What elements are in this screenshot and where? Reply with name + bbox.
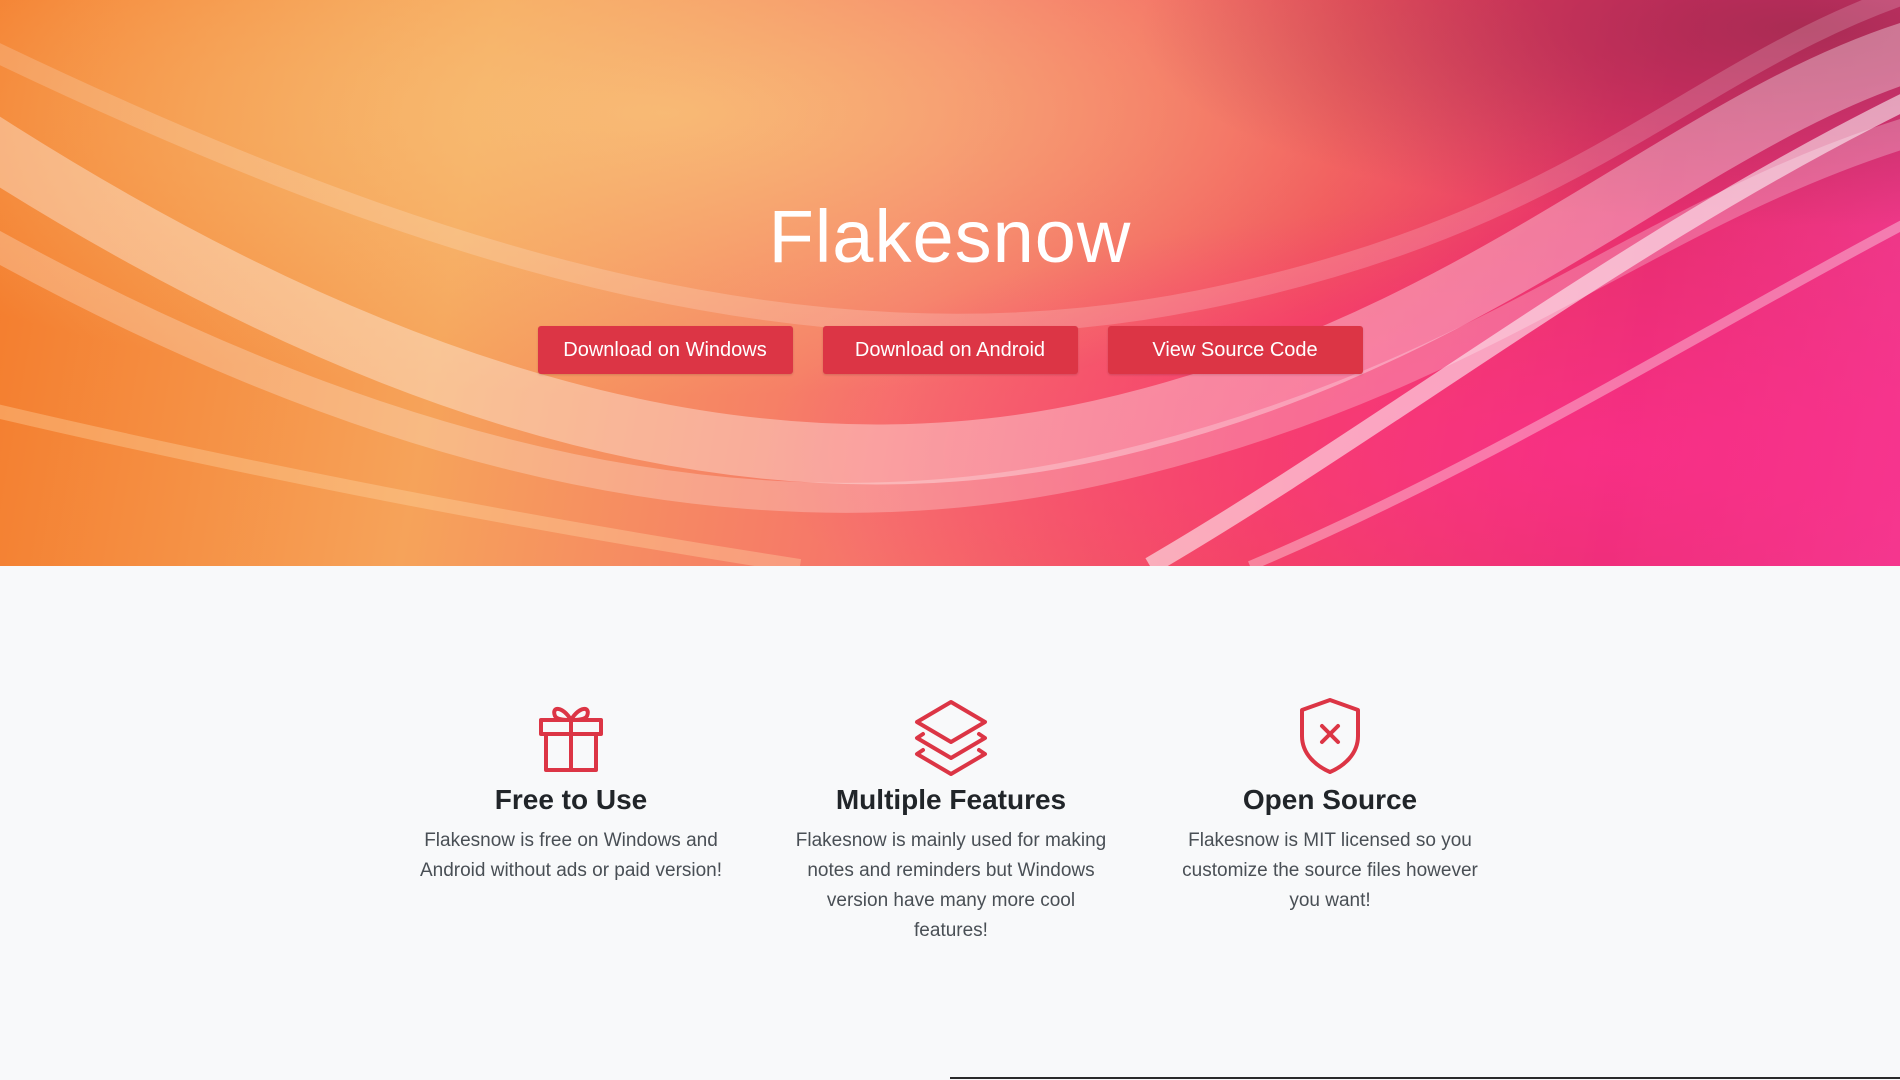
feature-free-to-use: Free to Use Flakesnow is free on Windows… (411, 696, 731, 886)
feature-open-source: Open Source Flakesnow is MIT licensed so… (1170, 696, 1490, 916)
features-section: Free to Use Flakesnow is free on Windows… (0, 566, 1900, 1080)
footer-divider (950, 1077, 1900, 1079)
download-windows-button[interactable]: Download on Windows (537, 326, 793, 374)
page-title: Flakesnow (768, 195, 1132, 278)
feature-title: Open Source (1242, 784, 1418, 815)
hero-background (0, 0, 1900, 566)
shield-x-icon (1300, 698, 1360, 774)
gift-icon (539, 707, 603, 772)
feature-description: Flakesnow is free on Windows and Android… (419, 830, 723, 881)
feature-description: Flakesnow is MIT licensed so you customi… (1182, 830, 1478, 911)
feature-description: Flakesnow is mainly used for making note… (795, 830, 1107, 941)
feature-multiple-features: Multiple Features Flakesnow is mainly us… (791, 696, 1111, 946)
feature-title: Multiple Features (835, 784, 1067, 815)
layers-icon (915, 700, 987, 776)
feature-title: Free to Use (494, 784, 648, 815)
view-source-code-button[interactable]: View Source Code (1107, 326, 1363, 374)
hero-button-row: Download on Windows Download on Android … (0, 326, 1900, 374)
hero-section: Flakesnow Download on Windows Download o… (0, 0, 1900, 566)
download-android-button[interactable]: Download on Android (822, 326, 1078, 374)
